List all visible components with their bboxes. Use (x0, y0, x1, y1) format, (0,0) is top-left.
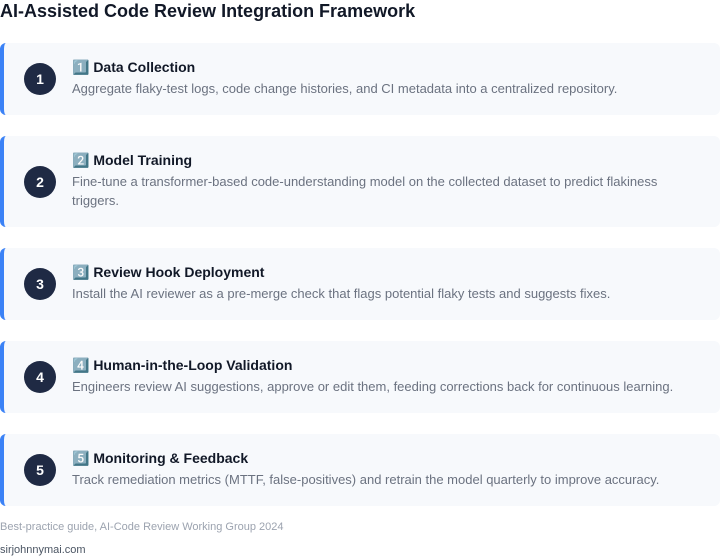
step-number-badge: 2 (24, 165, 56, 198)
step-number-badge: 1 (24, 63, 56, 95)
author-credit: sirjohnnymai.com (0, 544, 86, 556)
step-card-review-hook-deployment: 3 3️⃣ Review Hook Deployment Install the… (0, 248, 720, 320)
step-number-badge: 4 (24, 361, 56, 393)
source-note: Best-practice guide, AI-Code Review Work… (0, 521, 284, 533)
steps-list: 1 1️⃣ Data Collection Aggregate flaky-te… (0, 43, 720, 527)
step-title: 2️⃣ Model Training (72, 152, 193, 168)
step-number-badge: 5 (24, 454, 56, 486)
step-card-data-collection: 1 1️⃣ Data Collection Aggregate flaky-te… (0, 43, 720, 115)
page-title: AI-Assisted Code Review Integration Fram… (0, 1, 416, 21)
step-title: 1️⃣ Data Collection (72, 59, 196, 75)
step-title: 5️⃣ Monitoring & Feedback (72, 450, 249, 466)
step-title: 4️⃣ Human-in-the-Loop Validation (72, 357, 293, 373)
step-number-badge: 3 (24, 268, 56, 300)
step-card-model-training: 2 2️⃣ Model Training Fine-tune a transfo… (0, 136, 720, 227)
step-description: Install the AI reviewer as a pre-merge c… (72, 286, 611, 301)
step-card-human-in-the-loop-validation: 4 4️⃣ Human-in-the-Loop Validation Engin… (0, 341, 720, 413)
step-description: Track remediation metrics (MTTF, false-p… (72, 472, 660, 487)
step-description: Aggregate flaky-test logs, code change h… (72, 81, 618, 96)
step-description: Engineers review AI suggestions, approve… (72, 379, 674, 394)
step-card-monitoring-feedback: 5 5️⃣ Monitoring & Feedback Track remedi… (0, 434, 720, 506)
step-description: Fine-tune a transformer-based code-under… (72, 174, 658, 208)
step-title: 3️⃣ Review Hook Deployment (72, 264, 265, 280)
